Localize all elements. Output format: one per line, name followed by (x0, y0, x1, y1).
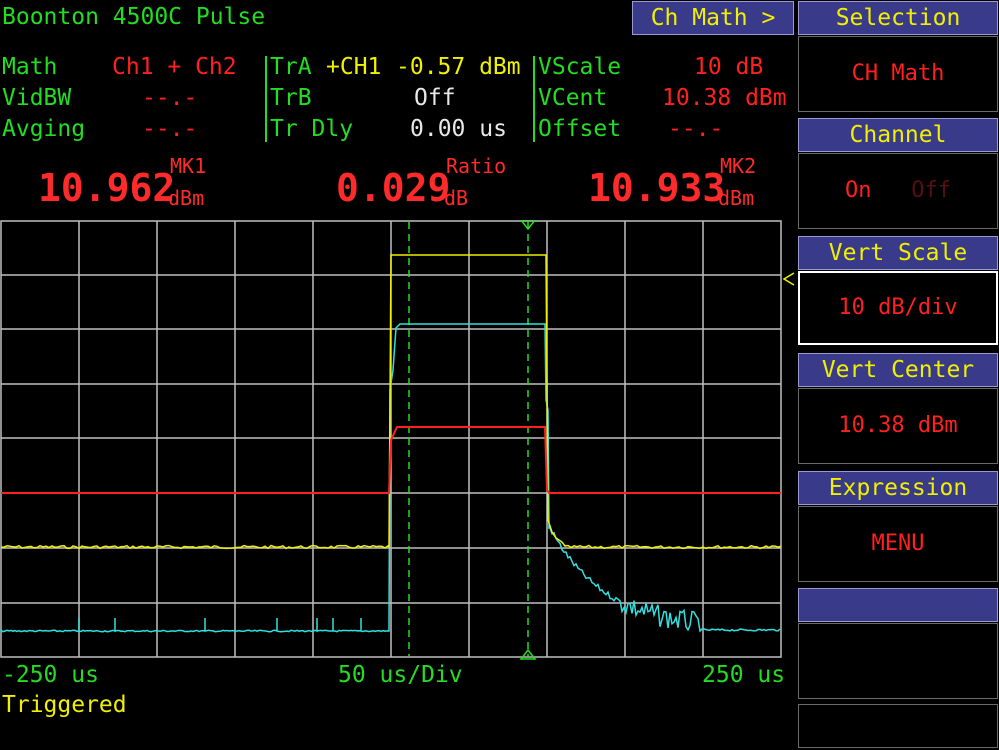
ratio-value: 0.029 (336, 166, 451, 210)
vidbw-label: VidBW (2, 85, 72, 111)
avging-value: --.- (142, 116, 198, 142)
channel-on-option[interactable]: On (845, 178, 872, 203)
ratio-unit: dB (444, 186, 469, 210)
param-separator-1 (265, 56, 267, 142)
trb-value: Off (414, 85, 456, 111)
mk2-value: 10.933 (588, 166, 726, 210)
math-label: Math (2, 54, 58, 80)
trdly-value: 0.00 us (410, 116, 507, 142)
channel-off-option[interactable]: Off (911, 178, 951, 203)
trigger-status: Triggered (2, 692, 127, 718)
offset-value: --.- (668, 116, 724, 142)
mk2-label: MK2 (720, 154, 757, 178)
offset-label: Offset (538, 116, 622, 142)
tra-channel: +CH1 (326, 54, 382, 80)
softkey-vert-scale-header[interactable]: Vert Scale (798, 236, 998, 270)
vidbw-value: --.- (142, 85, 198, 111)
softkey-blank-value[interactable] (798, 623, 998, 699)
mk1-unit: dBm (168, 186, 205, 210)
axis-right-label: 250 us (702, 662, 786, 688)
axis-left-label: -250 us (2, 662, 99, 688)
softkey-channel-value[interactable]: On Off (798, 153, 998, 229)
softkey-selection-header[interactable]: Selection (798, 1, 998, 35)
axis-timebase-label: 50 us/Div (338, 662, 463, 688)
vscale-label: VScale (538, 54, 622, 80)
softkey-channel-header[interactable]: Channel (798, 118, 998, 152)
softkey-blank-header[interactable] (798, 588, 998, 622)
vert-scale-pointer-icon (782, 272, 795, 286)
ratio-label: Ratio (446, 154, 507, 178)
trb-label: TrB (270, 85, 312, 111)
param-separator-2 (533, 56, 535, 142)
instrument-title: Boonton 4500C Pulse (2, 4, 266, 30)
vcent-label: VCent (538, 85, 608, 111)
softkey-vert-center-header[interactable]: Vert Center (798, 353, 998, 387)
tra-value: -0.57 dBm (396, 54, 521, 80)
trdly-label: Tr Dly (270, 116, 354, 142)
mk2-unit: dBm (718, 186, 755, 210)
waveform-display[interactable] (0, 220, 782, 660)
softkey-expression-header[interactable]: Expression (798, 471, 998, 505)
math-value: Ch1 + Ch2 (112, 54, 237, 80)
softkey-vert-scale-value[interactable]: 10 dB/div (798, 271, 998, 345)
ch-math-button[interactable]: Ch Math > (632, 1, 794, 35)
softkey-vert-center-value[interactable]: 10.38 dBm (798, 388, 998, 464)
avging-label: Avging (2, 116, 86, 142)
softkey-extra[interactable] (798, 704, 998, 748)
tra-label: TrA (270, 54, 312, 80)
softkey-selection-value[interactable]: CH Math (798, 36, 998, 112)
vcent-value: 10.38 dBm (662, 85, 787, 111)
softkey-expression-value[interactable]: MENU (798, 506, 998, 582)
mk1-value: 10.962 (38, 166, 176, 210)
vscale-value: 10 dB (694, 54, 764, 80)
mk1-label: MK1 (170, 154, 207, 178)
